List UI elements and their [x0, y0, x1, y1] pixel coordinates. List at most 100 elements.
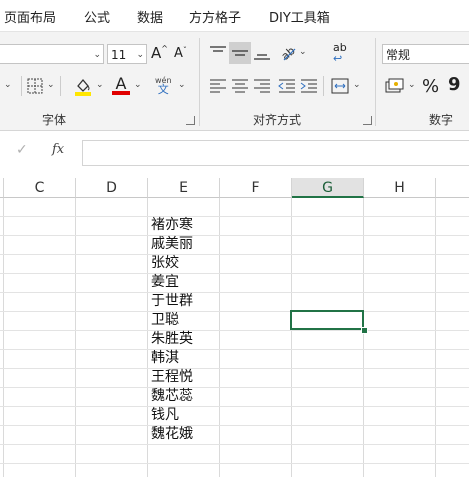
align-left-icon[interactable]: [209, 78, 227, 94]
tab-formulas[interactable]: 公式: [84, 7, 110, 26]
divider: [60, 76, 61, 96]
percent-style-button[interactable]: %: [422, 76, 439, 97]
font-name-box[interactable]: ⌄: [0, 44, 104, 64]
insert-function-button[interactable]: fx: [52, 142, 64, 157]
fill-color-dropdown-chevron-icon[interactable]: ⌄: [96, 80, 104, 90]
alignment-dialog-launcher-icon[interactable]: [363, 116, 372, 125]
number-format-box[interactable]: 常规: [382, 44, 469, 64]
align-middle-button[interactable]: [229, 42, 251, 64]
align-middle-icon: [232, 50, 248, 56]
font-size-box[interactable]: 11 ⌄: [107, 44, 147, 64]
group-separator: [375, 38, 376, 126]
cell-e-value[interactable]: 朱胜英: [151, 330, 193, 349]
grid-row-line: [0, 425, 469, 426]
orientation-icon[interactable]: ab: [278, 43, 298, 63]
font-color-letter: A: [115, 74, 127, 93]
group-separator: [199, 38, 200, 126]
grid-row-line: [0, 292, 469, 293]
cell-e-value[interactable]: 王程悦: [151, 368, 193, 387]
merge-center-icon[interactable]: [331, 77, 349, 95]
column-header-f[interactable]: F: [220, 178, 292, 198]
alignment-group-label: 对齐方式: [253, 113, 302, 127]
merge-dropdown-chevron-icon[interactable]: ⌄: [353, 80, 361, 90]
divider: [323, 76, 324, 96]
grid-column-line: [363, 198, 364, 477]
font-color-button[interactable]: A: [112, 74, 130, 95]
tab-diy-toolbox[interactable]: DIY工具箱: [269, 7, 330, 26]
wrap-text-button[interactable]: ab ↩: [333, 42, 347, 64]
column-header-d[interactable]: D: [76, 178, 148, 198]
cell-e-value[interactable]: 钱凡: [151, 406, 179, 425]
align-right-icon[interactable]: [253, 78, 271, 94]
grid-row-line: [0, 387, 469, 388]
cell-e-value[interactable]: 戚美丽: [151, 235, 193, 254]
chevron-down-icon: ⌄: [93, 50, 101, 60]
column-header-g[interactable]: G: [292, 178, 364, 198]
decrease-indent-icon[interactable]: [278, 78, 296, 94]
cell-e-value[interactable]: 卫聪: [151, 311, 179, 330]
fill-color-icon[interactable]: [73, 76, 93, 96]
chevron-down-icon: ⌄: [136, 50, 144, 60]
grid-row-line: [0, 349, 469, 350]
phonetic-bottom-text: 文: [157, 83, 169, 96]
align-bottom-icon[interactable]: [253, 44, 271, 62]
cell-e-value[interactable]: 姜宜: [151, 273, 179, 292]
fill-handle[interactable]: [361, 327, 368, 334]
cell-e-value[interactable]: 魏花娥: [151, 425, 193, 444]
divider: [21, 76, 22, 96]
grid-column-line: [435, 198, 436, 477]
grow-font-icon: A: [151, 44, 162, 62]
grid-row-line: [0, 406, 469, 407]
accounting-dropdown-chevron-icon[interactable]: ⌄: [408, 80, 416, 90]
svg-text:ab: ab: [279, 44, 298, 63]
grid-column-line: [75, 198, 76, 477]
grid-row-line: [0, 330, 469, 331]
grid-row-line: [0, 311, 469, 312]
grid-row-line: [0, 254, 469, 255]
formula-input[interactable]: [82, 140, 469, 166]
column-header-h[interactable]: H: [364, 178, 436, 198]
font-group-label: 字体: [42, 113, 67, 127]
cell-e-value[interactable]: 韩淇: [151, 349, 179, 368]
tab-fangfang-gezi[interactable]: 方方格子: [189, 7, 241, 26]
grid-column-line: [219, 198, 220, 477]
cell-e-value[interactable]: 魏芯蕊: [151, 387, 193, 406]
orientation-dropdown-chevron-icon[interactable]: ⌄: [299, 47, 307, 57]
grid-row-line: [0, 444, 469, 445]
grid-row-line: [0, 273, 469, 274]
number-format-value: 常规: [386, 48, 411, 62]
ribbon-tab-bar: 页面布局 公式 数据 方方格子 DIY工具箱: [0, 0, 469, 31]
shrink-font-icon: A: [174, 46, 183, 61]
shrink-font-button[interactable]: Aˇ: [174, 46, 187, 61]
column-header-i-partial[interactable]: [436, 178, 469, 198]
comma-style-button[interactable]: 9: [448, 74, 461, 95]
tab-data[interactable]: 数据: [137, 7, 163, 26]
grow-font-button[interactable]: A^: [151, 44, 168, 62]
increase-indent-icon[interactable]: [300, 78, 318, 94]
grid-column-line: [3, 198, 4, 477]
active-cell-g7[interactable]: [290, 310, 364, 330]
phonetic-dropdown-chevron-icon[interactable]: ⌄: [178, 80, 186, 90]
grid-row-line: [0, 463, 469, 464]
ribbon: ⌄ 11 ⌄ A^ Aˇ ⌄ ⌄ ⌄ A ⌄ wén 文 ⌄ 字体 ab ⌄ a…: [0, 31, 469, 131]
column-header-c[interactable]: C: [4, 178, 76, 198]
cell-e-value[interactable]: 张姣: [151, 254, 179, 273]
grid-row-line: [0, 235, 469, 236]
tab-page-layout[interactable]: 页面布局: [4, 7, 56, 26]
borders-icon[interactable]: [27, 78, 43, 94]
align-center-icon[interactable]: [231, 78, 249, 94]
column-header-e[interactable]: E: [148, 178, 220, 198]
cancel-check-icon[interactable]: ✓: [16, 142, 28, 158]
accounting-format-icon[interactable]: [385, 78, 405, 96]
align-top-icon[interactable]: [209, 44, 227, 62]
font-color-dropdown-chevron-icon[interactable]: ⌄: [134, 80, 142, 90]
borders-dropdown-chevron-icon[interactable]: ⌄: [47, 80, 55, 90]
grid-row-line: [0, 368, 469, 369]
grid-column-line: [147, 198, 148, 477]
grid-column-line: [291, 198, 292, 477]
underline-dropdown-chevron-icon[interactable]: ⌄: [4, 80, 12, 90]
cell-e-value[interactable]: 褚亦寒: [151, 216, 193, 235]
cell-e-value[interactable]: 于世群: [151, 292, 193, 311]
font-dialog-launcher-icon[interactable]: [186, 116, 195, 125]
phonetic-guide-button[interactable]: wén 文: [155, 76, 172, 96]
